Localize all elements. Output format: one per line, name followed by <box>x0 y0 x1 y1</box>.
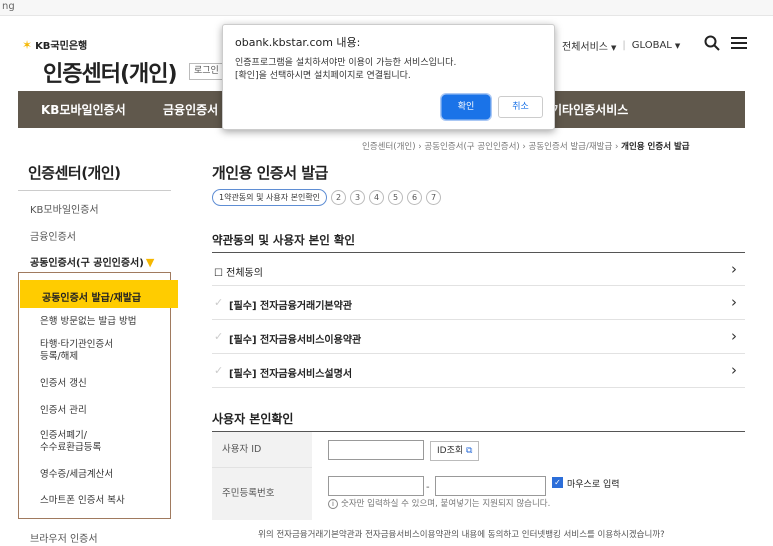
step-circle: 7 <box>426 190 442 205</box>
top-utility: 전체서비스 ▼ | GLOBAL ▼ <box>562 38 680 53</box>
terms-label: [필수] 전자금융서비스이용약관 <box>229 335 362 346</box>
kb-logo[interactable]: ✶ KB국민은행 <box>22 37 88 53</box>
user-id-label: 사용자 ID <box>212 432 312 468</box>
sidebar-item-kb-mobile[interactable]: KB모바일인증서 <box>30 201 99 216</box>
dialog-message: 인증프로그램을 설치하셔야만 이용이 가능한 서비스입니다. [확인]을 선택하… <box>235 57 456 83</box>
agree-all-label: 전체동의 <box>226 268 263 279</box>
step-circle: 4 <box>369 190 385 205</box>
rrn-label: 주민등록번호 <box>212 468 312 520</box>
dialog-ok-button[interactable]: 확인 <box>443 96 489 118</box>
search-icon[interactable] <box>704 35 720 51</box>
step-circle: 6 <box>407 190 423 205</box>
page: ng ✶ KB국민은행 인증센터(개인) 로그인 전체서비스 ▼ | GLOBAL… <box>0 0 773 546</box>
terms-row[interactable]: ✓ [필수] 전자금융서비스이용약관 › <box>212 320 745 354</box>
chevron-right-icon: › <box>731 260 737 278</box>
breadcrumb-current: 개인용 인증서 발급 <box>621 142 690 152</box>
sidebar-title: 인증센터(개인) <box>28 164 121 182</box>
agree-all-row[interactable]: ☐ 전체동의 › <box>212 252 745 286</box>
global-link[interactable]: GLOBAL ▼ <box>632 40 681 51</box>
section-title-terms: 약관동의 및 사용자 본인 확인 <box>212 233 355 247</box>
info-icon: i <box>328 499 338 509</box>
sidebar-item-financial-cert[interactable]: 금융인증서 <box>30 228 76 243</box>
step-indicator: 1약관동의 및 사용자 본인확인 2 3 4 5 6 7 <box>212 189 442 206</box>
step-current: 1약관동의 및 사용자 본인확인 <box>212 189 328 206</box>
breadcrumb: 인증센터(개인) › 공동인증서(구 공인인증서) › 공동인증서 발급/재발급… <box>362 142 690 152</box>
external-link-icon: ⧉ <box>466 446 473 456</box>
check-icon[interactable]: ✓ <box>214 296 223 309</box>
logo-text: KB국민은행 <box>35 41 88 52</box>
rrn-front-input[interactable] <box>328 476 424 496</box>
step-circle: 3 <box>350 190 366 205</box>
mouse-input-label: 마우스로 입력 <box>567 480 620 490</box>
dropdown-arrow-icon: ▼ <box>674 42 681 50</box>
dialog-line: 인증프로그램을 설치하셔야만 이용이 가능한 서비스입니다. <box>235 58 457 68</box>
all-services-link[interactable]: 전체서비스 ▼ <box>562 38 616 53</box>
submenu-item-smartphone-copy[interactable]: 스마트폰 인증서 복사 <box>40 495 125 507</box>
rrn-dash: - <box>426 482 430 493</box>
nav-item-financial-cert[interactable]: 금융인증서 <box>163 101 218 118</box>
dropdown-arrow-icon: ▼ <box>611 44 617 52</box>
breadcrumb-item[interactable]: 인증센터(개인) <box>362 142 416 152</box>
check-icon[interactable]: ✓ <box>214 364 223 377</box>
tab-fragment: ng <box>2 1 15 12</box>
alert-dialog: obank.kbstar.com 내용: 인증프로그램을 설치하셔야만 이용이 … <box>222 24 555 130</box>
user-id-input[interactable] <box>328 440 424 460</box>
submenu-item-manage[interactable]: 인증서 관리 <box>40 405 87 417</box>
terms-label: [필수] 전자금융거래기본약관 <box>229 301 353 312</box>
step-circle: 2 <box>331 190 347 205</box>
agree-all-checkbox[interactable]: ☐ 전체동의 <box>214 264 263 279</box>
rrn-back-input[interactable] <box>435 476 546 496</box>
breadcrumb-item[interactable]: 공동인증서 발급/재발급 <box>529 142 613 152</box>
site-title: 인증센터(개인) <box>43 62 178 87</box>
identity-form: 사용자 ID ID조회 ⧉ 주민등록번호 - ✓ 마우스로 입력 i 숫자만 입력… <box>212 431 745 520</box>
dialog-cancel-button[interactable]: 취소 <box>498 96 543 118</box>
sidebar-item-joint-cert[interactable]: 공동인증서(구 공인인증서) ▼ <box>30 254 154 269</box>
nav-item-other-cert[interactable]: 기타인증서비스 <box>551 101 628 118</box>
submenu-item-renew[interactable]: 인증서 갱신 <box>40 378 87 390</box>
nav-item-kb-mobile[interactable]: KB모바일인증서 <box>41 101 126 118</box>
terms-row[interactable]: ✓ [필수] 전자금융거래기본약관 › <box>212 286 745 320</box>
all-services-label: 전체서비스 <box>562 42 608 53</box>
submenu-box <box>18 272 171 519</box>
chevron-right-icon: › <box>731 361 737 379</box>
submenu-item-receipt[interactable]: 영수증/세금계산서 <box>40 469 113 481</box>
dialog-line: [확인]을 선택하시면 설치페이지로 연결됩니다. <box>235 71 411 81</box>
submenu-item-revoke[interactable]: 인증서폐기/ 수수료환급등록 <box>40 430 101 454</box>
terms-row[interactable]: ✓ [필수] 전자금융서비스설명서 › <box>212 354 745 388</box>
section-title-identity: 사용자 본인확인 <box>212 412 294 426</box>
mouse-input-checkbox[interactable]: ✓ <box>552 477 563 488</box>
chevron-down-icon: ▼ <box>145 256 155 269</box>
submenu-item-register[interactable]: 타행·타기관인증서 등록/해제 <box>40 339 113 363</box>
sidebar-item-browser-cert[interactable]: 브라우저 인증서 <box>30 530 98 545</box>
divider <box>18 190 171 191</box>
note-text: 숫자만 입력하실 수 있으며, 붙여넣기는 지원되지 않습니다. <box>341 499 551 509</box>
divider: | <box>622 40 626 51</box>
submenu-item-issue[interactable]: 공동인증서 발급/재발급 <box>20 280 178 308</box>
check-icon[interactable]: ✓ <box>214 330 223 343</box>
hamburger-menu-icon[interactable] <box>731 37 747 49</box>
dialog-title: obank.kbstar.com 내용: <box>235 36 361 49</box>
id-check-button[interactable]: ID조회 ⧉ <box>430 441 480 461</box>
step-circle: 5 <box>388 190 404 205</box>
kb-star-icon: ✶ <box>22 37 33 52</box>
submenu-item-no-visit[interactable]: 은행 방문없는 발급 방법 <box>40 316 136 328</box>
input-note: i 숫자만 입력하실 수 있으며, 붙여넣기는 지원되지 않습니다. <box>328 497 550 509</box>
browser-tab-strip: ng <box>0 0 773 16</box>
terms-label: [필수] 전자금융서비스설명서 <box>229 369 353 380</box>
page-title: 개인용 인증서 발급 <box>212 164 328 182</box>
breadcrumb-item[interactable]: 공동인증서(구 공인인증서) <box>424 142 519 152</box>
chevron-right-icon: › <box>731 327 737 345</box>
chevron-right-icon: › <box>731 293 737 311</box>
sidebar-item-label: 공동인증서(구 공인인증서) <box>30 258 144 269</box>
global-label: GLOBAL <box>631 40 672 51</box>
id-check-label: ID조회 <box>437 446 464 456</box>
consent-question: 위의 전자금융거래기본약관과 전자금융서비스이용약관의 내용에 동의하고 인터넷… <box>258 530 665 540</box>
